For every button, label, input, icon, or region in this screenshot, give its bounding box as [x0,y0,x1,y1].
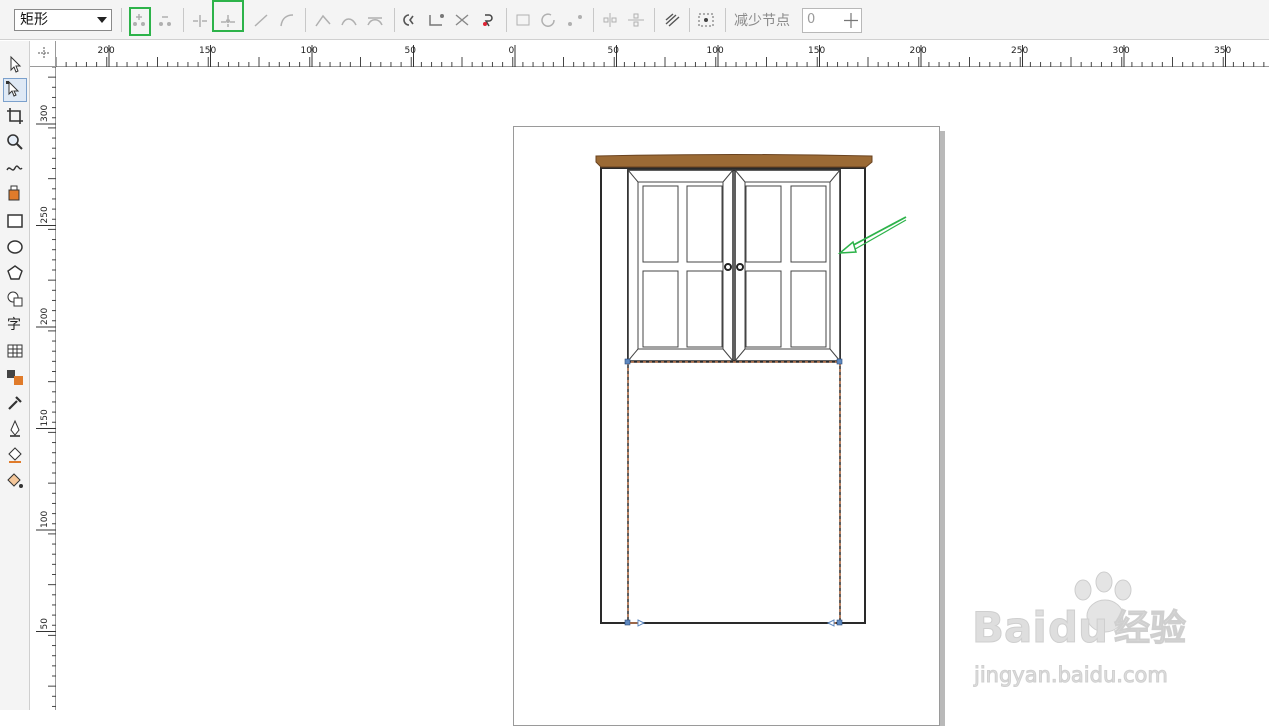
watermark-url: jingyan.baidu.com [973,663,1168,687]
watermark-brand: Bai [972,603,1047,652]
node-handle[interactable] [624,619,631,626]
left-door-knob [724,263,732,271]
node-handle[interactable] [624,358,631,365]
node-handle[interactable] [836,619,843,626]
left-door[interactable] [627,169,734,362]
baidu-jingyan-watermark: Bai du 经验 jingyan.baidu.com [972,571,1187,688]
cabinet-cornice[interactable] [595,154,873,168]
right-door-knob [736,263,744,271]
watermark-cn: 经验 [1114,608,1186,649]
right-door[interactable] [734,169,841,362]
node-handle[interactable] [836,358,843,365]
watermark-brand-suffix: du [1048,603,1108,652]
